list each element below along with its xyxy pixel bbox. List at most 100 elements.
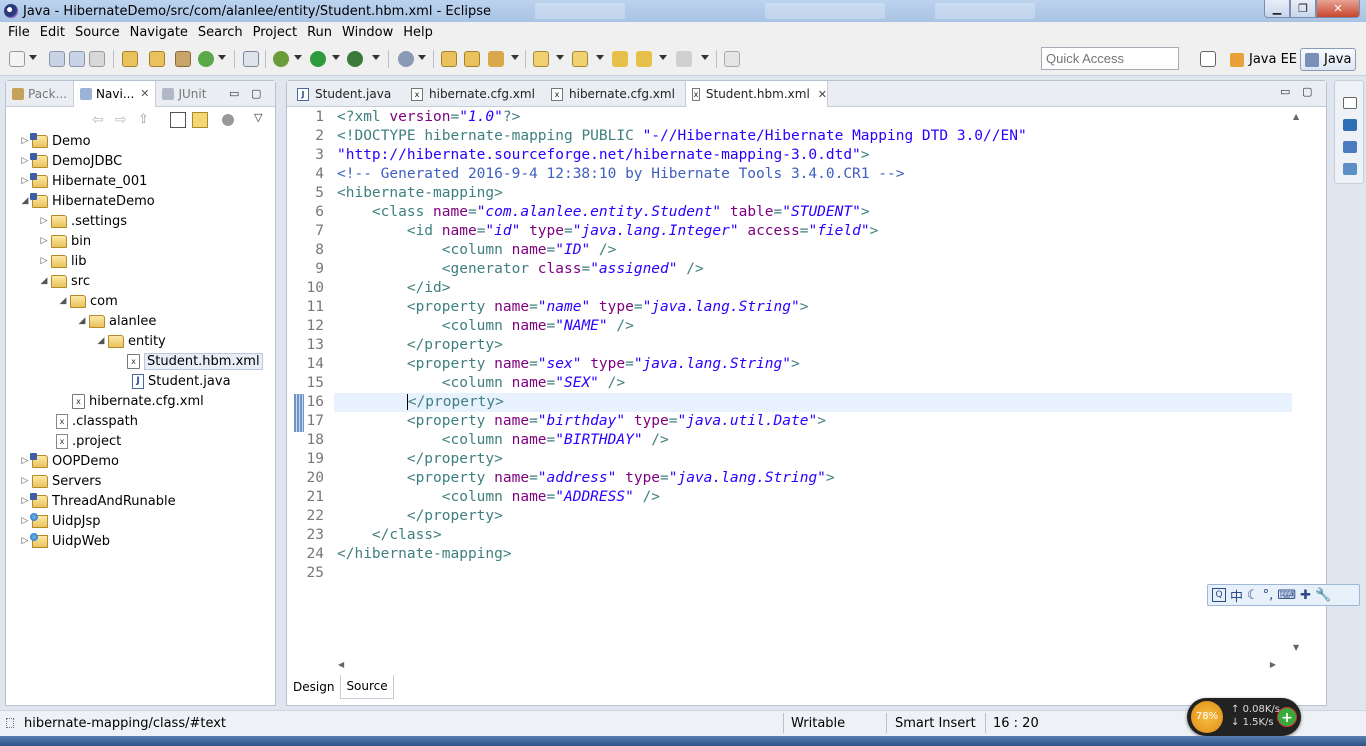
editor-tab-hibernate-cfg-2[interactable]: x hibernate.cfg.xml [545, 81, 683, 107]
next-annotation-icon[interactable] [533, 51, 549, 67]
expand-icon[interactable]: ▷ [20, 156, 30, 166]
code-line[interactable]: 11 <property name="name" type="java.lang… [287, 298, 1297, 317]
problems-icon[interactable] [1343, 163, 1357, 175]
expand-icon[interactable]: ▷ [20, 496, 30, 506]
editor-tab-student-java[interactable]: J Student.java [291, 81, 403, 107]
close-window-button[interactable]: ✕ [1316, 0, 1360, 18]
menu-run[interactable]: Run [302, 25, 337, 40]
task-list-icon[interactable] [1343, 141, 1357, 153]
expand-icon[interactable]: ▷ [39, 216, 49, 226]
run-external-tool-icon[interactable] [347, 51, 363, 67]
ime-language-toggle[interactable]: 中 [1230, 586, 1243, 605]
editor-tab-hibernate-cfg-1[interactable]: x hibernate.cfg.xml [405, 81, 543, 107]
minimize-button[interactable]: ▁ [1264, 0, 1290, 18]
link-with-editor-icon[interactable] [192, 112, 208, 128]
tree-item[interactable]: x hibernate.cfg.xml [72, 391, 204, 411]
tree-item[interactable]: ◢ src [39, 271, 90, 291]
tab-package-explorer[interactable]: Pack... [6, 81, 73, 107]
scroll-up-icon[interactable]: ▲ [1293, 112, 1299, 121]
code-line[interactable]: 7 <id name="id" type="java.lang.Integer"… [287, 222, 1297, 241]
expand-icon[interactable]: ▷ [20, 536, 30, 546]
close-tab-icon[interactable]: ✕ [818, 88, 827, 101]
editor-tab-student-hbm[interactable]: x Student.hbm.xml ✕ [685, 81, 828, 107]
code-text-area[interactable]: 1 <?xml version="1.0"?> 2 <!DOCTYPE hiberna… [287, 108, 1326, 674]
expand-icon[interactable]: ▷ [20, 136, 30, 146]
debug-icon[interactable] [273, 51, 289, 67]
tree-item[interactable]: ▷ Hibernate_001 [20, 171, 147, 191]
perspective-java-ee[interactable]: Java EE [1226, 48, 1301, 71]
tab-navigator[interactable]: Navi... ✕ [73, 80, 157, 107]
tree-item[interactable]: ▷ ThreadAndRunable [20, 491, 176, 511]
tree-item[interactable]: ▷ Servers [20, 471, 102, 491]
expand-icon[interactable]: ▷ [20, 176, 30, 186]
tree-item[interactable]: ◢ entity [96, 331, 166, 351]
search-icon[interactable] [398, 51, 414, 67]
tab-source[interactable]: Source [340, 675, 394, 699]
refresh-icon[interactable] [198, 51, 214, 67]
close-tab-icon[interactable]: ✕ [140, 87, 149, 100]
quick-access-input[interactable] [1041, 47, 1179, 70]
print-icon[interactable] [89, 51, 105, 67]
collapse-all-icon[interactable] [170, 112, 186, 128]
tree-item[interactable]: ▷ Demo [20, 131, 91, 151]
previous-annotation-dropdown-arrow-icon[interactable] [596, 55, 604, 60]
code-line[interactable]: 13 </property> [287, 336, 1297, 355]
search-dropdown-arrow-icon[interactable] [418, 55, 426, 60]
ime-toolbox-icon[interactable]: ✚ [1300, 588, 1311, 603]
menu-file[interactable]: File [3, 25, 35, 40]
next-annotation-dropdown-arrow-icon[interactable] [556, 55, 564, 60]
code-line[interactable]: 12 <column name="NAME" /> [287, 317, 1297, 336]
debug-dropdown-arrow-icon[interactable] [294, 55, 302, 60]
up-icon[interactable]: ⇧ [138, 112, 154, 128]
last-edit-location-icon[interactable] [612, 51, 628, 67]
network-speed-widget[interactable]: 78% ↑ 0.08K/s ↓ 1.5K/s + [1187, 698, 1301, 736]
code-line[interactable]: 21 <column name="ADDRESS" /> [287, 488, 1297, 507]
previous-annotation-icon[interactable] [572, 51, 588, 67]
tree-item[interactable]: ◢ HibernateDemo [20, 191, 155, 211]
ime-logo-icon[interactable]: Q [1212, 588, 1226, 602]
menu-source[interactable]: Source [70, 25, 125, 40]
scroll-right-icon[interactable]: ▶ [1270, 660, 1276, 669]
menu-edit[interactable]: Edit [35, 25, 70, 40]
save-all-icon[interactable] [69, 51, 85, 67]
code-line[interactable]: 17 <property name="birthday" type="java.… [287, 412, 1297, 431]
open-project-icon[interactable] [464, 51, 480, 67]
tree-item[interactable]: ▷ lib [39, 251, 87, 271]
open-task-icon[interactable] [149, 51, 165, 67]
code-line[interactable]: 14 <property name="sex" type="java.lang.… [287, 355, 1297, 374]
code-line[interactable]: 24 </hibernate-mapping> [287, 545, 1297, 564]
tree-item[interactable]: ◢ alanlee [77, 311, 157, 331]
code-line[interactable]: 22 </property> [287, 507, 1297, 526]
code-line[interactable]: 3 "http://hibernate.sourceforge.net/hiber… [287, 146, 1297, 165]
restore-icon[interactable] [1343, 97, 1357, 109]
forward-dropdown-arrow-icon[interactable] [701, 55, 709, 60]
expand-icon[interactable]: ▷ [20, 516, 30, 526]
open-perspective-icon[interactable] [1200, 51, 1216, 67]
tree-item[interactable]: x .project [56, 431, 121, 451]
collapse-icon[interactable]: ◢ [58, 296, 68, 306]
open-type-icon[interactable] [122, 51, 138, 67]
tree-item[interactable]: ▷ OOPDemo [20, 451, 119, 471]
new-icon[interactable] [9, 51, 25, 67]
minimize-editor-icon[interactable]: ▭ [1280, 85, 1290, 98]
code-line[interactable]: 8 <column name="ID" /> [287, 241, 1297, 260]
code-line[interactable]: 20 <property name="address" type="java.l… [287, 469, 1297, 488]
tree-item-selected[interactable]: x Student.hbm.xml [127, 351, 263, 371]
code-line[interactable]: 4 <!-- Generated 2016-9-4 12:38:10 by Hib… [287, 165, 1297, 184]
back-icon[interactable] [636, 51, 652, 67]
horizontal-scrollbar[interactable]: ◀ ▶ [334, 658, 1286, 672]
forward-icon[interactable] [676, 51, 692, 67]
code-line[interactable]: 10 </id> [287, 279, 1297, 298]
pin-editor-icon[interactable] [724, 51, 740, 67]
refresh-dropdown-arrow-icon[interactable] [218, 55, 226, 60]
vertical-scrollbar[interactable]: ▲ ▼ [1290, 108, 1304, 654]
collapse-icon[interactable]: ◢ [96, 336, 106, 346]
back-dropdown-arrow-icon[interactable] [659, 55, 667, 60]
tree-item[interactable]: ◢ com [58, 291, 118, 311]
code-line[interactable]: 5 <hibernate-mapping> [287, 184, 1297, 203]
code-line[interactable]: 23 </class> [287, 526, 1297, 545]
outline-icon[interactable] [1343, 119, 1357, 131]
expand-icon[interactable]: ▷ [39, 236, 49, 246]
skip-breakpoints-icon[interactable] [243, 51, 259, 67]
collapse-icon[interactable]: ◢ [39, 276, 49, 286]
